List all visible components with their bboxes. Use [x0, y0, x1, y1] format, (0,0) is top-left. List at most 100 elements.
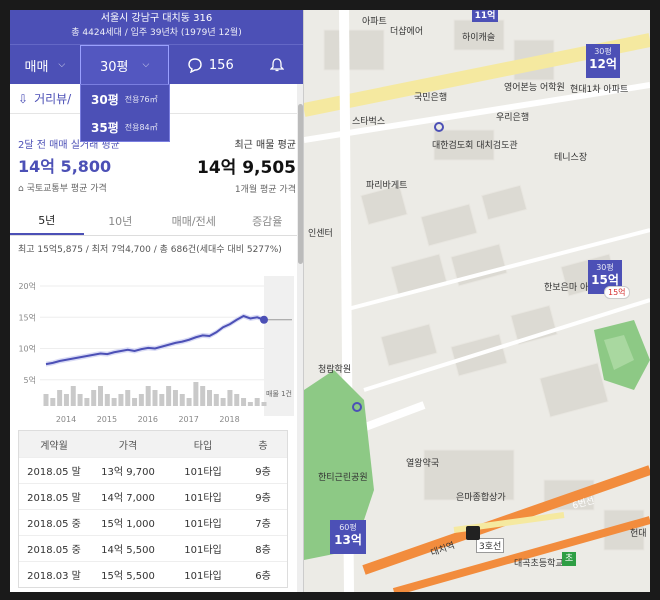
map-label: 3호선: [476, 538, 505, 553]
volume-bar: [193, 382, 199, 406]
map-label: 테니스장: [554, 153, 588, 163]
volume-bar: [84, 398, 90, 406]
bell-icon: [270, 58, 285, 72]
map-label: 열왕약국: [406, 459, 440, 469]
listing-price-source: 1개월 평균 가격: [234, 185, 296, 195]
col-month: 계약월: [40, 440, 68, 452]
listing-price: 최근 매물 평균 14억 9,505 1개월 평균 가격: [197, 136, 296, 195]
table-row: 2018.05 중 15억 1,000 101타입 7층: [19, 509, 287, 535]
volume-bar: [213, 394, 219, 406]
map-label: 아파트: [362, 17, 387, 27]
address: 서울시 강남구 대치동 316: [100, 13, 213, 24]
app-frame: 서울시 강남구 대치동 316 총 4424세대 / 입주 39년차 (1979…: [10, 10, 650, 592]
volume-bar: [186, 398, 192, 406]
volume-bar: [63, 394, 69, 406]
chevron-down-icon: ⌵: [142, 60, 150, 70]
chevron-down-icon: ⌵: [58, 60, 66, 70]
price-pin[interactable]: 11억: [472, 10, 498, 22]
volume-bar: [220, 398, 226, 406]
map-label: 하이캐슬: [462, 33, 496, 43]
map-label: 대곡초등학교: [514, 559, 564, 569]
x-tick-label: 2017: [178, 415, 198, 424]
pin-area: 60평: [339, 523, 357, 532]
price-range-band: [46, 313, 264, 367]
pin-badge: 15억: [604, 286, 630, 299]
x-tick-label: 2014: [56, 415, 76, 424]
map-view[interactable]: 아파트 더샵에어 하이캐슬 국민은행 영어본능 어학원 스타벅스 우리은행 대한…: [302, 10, 650, 592]
size-option-sub: 전용76㎡: [124, 94, 158, 104]
map-label: 대한검도회 대치검도관: [432, 141, 518, 151]
map-label: 현대1차 아파트: [570, 85, 629, 95]
transaction-table: 계약월 가격 타입 층 2018.05 말 13억 9,700 101타입 9층 20…: [18, 430, 288, 588]
person-icon: ⇩: [18, 91, 29, 106]
table-row: 2018.03 말 15억 5,500 101타입 6층: [19, 561, 287, 587]
col-floor: 층: [258, 440, 268, 452]
listing-price-value: 14억 9,505: [197, 158, 296, 178]
school-icon: 초: [562, 552, 576, 566]
volume-bar: [241, 398, 247, 406]
comment-icon: [188, 58, 202, 73]
price-chart[interactable]: 20억 15억 10억 5억 2014 2015 2016 2017 2018 매물 1건: [10, 256, 304, 424]
volume-bar: [50, 398, 56, 406]
volume-bar: [111, 398, 117, 406]
price-pin[interactable]: 60평 13억: [330, 520, 366, 554]
x-tick-label: 2018: [219, 415, 239, 424]
size-option-label: 35평: [91, 120, 119, 135]
filter-bar: 매매 ⌵ 30평 ⌵ 156: [10, 44, 303, 85]
price-pin[interactable]: 30평 12억: [586, 44, 620, 78]
tab-change-rate[interactable]: 증감율: [231, 206, 304, 235]
price-summary: 2달 전 매매 실거래 평균 14억 5,800 ⌂ 국토교통부 평균 가격 최…: [10, 136, 303, 202]
pin-area: 30평: [594, 47, 612, 56]
volume-bar: [234, 394, 240, 406]
map-label: 은마종합상가: [456, 493, 506, 503]
volume-bar: [57, 390, 63, 406]
volume-bar: [200, 386, 206, 406]
volume-bar: [91, 390, 97, 406]
home-icon: ⌂: [18, 184, 27, 194]
panel-scrollbar[interactable]: [297, 84, 303, 592]
volume-bar: [172, 390, 178, 406]
map-label: 우리은행: [496, 113, 530, 123]
size-option-30[interactable]: 30평 전용76㎡: [81, 85, 169, 113]
size-select[interactable]: 30평 ⌵: [79, 45, 170, 85]
price-line: [45, 314, 265, 366]
y-tick-label: 20억: [18, 281, 36, 291]
size-label: 30평: [99, 59, 129, 75]
distance-view-label: 거리뷰/: [34, 92, 72, 106]
volume-bar: [125, 390, 131, 406]
tab-5y[interactable]: 5년: [10, 206, 84, 235]
alarm-button[interactable]: [251, 45, 303, 85]
complex-info: 총 4424세대 / 입주 39년차 (1979년 12월): [71, 28, 242, 38]
volume-bar: [207, 390, 212, 406]
scrollbar-thumb[interactable]: [298, 104, 303, 264]
transaction-price-source: ⌂ 국토교통부 평균 가격: [18, 184, 107, 194]
volume-bar: [132, 398, 138, 406]
volume-bar: [227, 390, 233, 406]
map-label: 스타벅스: [352, 117, 386, 127]
tab-10y[interactable]: 10년: [84, 206, 158, 235]
table-row: 2018.05 말 14억 7,000 101타입 9층: [19, 483, 287, 509]
x-tick-label: 2015: [97, 415, 117, 424]
volume-bar: [159, 394, 165, 406]
table-header: 계약월 가격 타입 층: [19, 431, 287, 457]
comments-button[interactable]: 156: [169, 45, 251, 85]
volume-bar: [166, 386, 172, 406]
pin-price: 11억: [474, 11, 496, 21]
trade-type-select[interactable]: 매매 ⌵: [10, 45, 80, 85]
map-label: 인센터: [308, 229, 333, 239]
size-option-label: 30평: [91, 92, 119, 107]
pin-price: 13억: [334, 533, 362, 547]
tab-sale-rent[interactable]: 매매/전세: [157, 206, 231, 235]
size-option-35[interactable]: 35평 전용84㎡: [81, 113, 169, 141]
subway-icon: [466, 526, 480, 540]
y-tick-label: 15억: [18, 312, 36, 322]
volume-bar: [43, 394, 49, 406]
volume-bar: [145, 386, 151, 406]
x-tick-label: 2016: [138, 415, 158, 424]
volume-bar: [247, 402, 253, 406]
price-stats: 최고 15억5,875 / 최저 7억4,700 / 총 686건(세대수 대비…: [18, 245, 282, 255]
volume-bar: [118, 394, 124, 406]
map-label: 헌대: [630, 529, 647, 539]
volume-bar: [254, 398, 260, 406]
map-label: 영어본능 어학원: [504, 83, 565, 93]
